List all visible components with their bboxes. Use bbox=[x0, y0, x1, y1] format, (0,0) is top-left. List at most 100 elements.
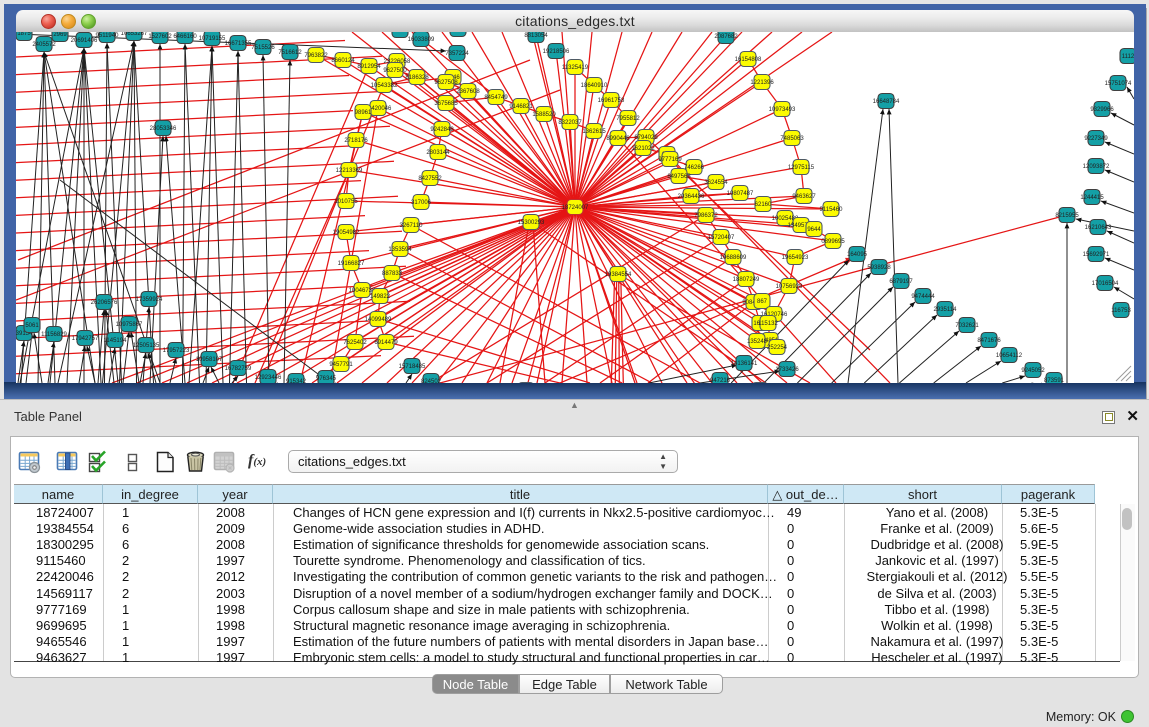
svg-text:5061: 5061 bbox=[25, 323, 39, 329]
svg-text:252254: 252254 bbox=[767, 345, 788, 351]
svg-text:115132: 115132 bbox=[758, 321, 778, 327]
svg-text:6879197: 6879197 bbox=[889, 279, 913, 285]
svg-text:1244415: 1244415 bbox=[1080, 195, 1104, 201]
svg-text:746266: 746266 bbox=[684, 165, 705, 171]
svg-text:12923446: 12923446 bbox=[255, 375, 282, 381]
svg-text:947216: 947216 bbox=[710, 378, 731, 383]
svg-text:2969: 2969 bbox=[53, 32, 67, 38]
svg-text:98961: 98961 bbox=[355, 110, 372, 116]
svg-text:6497568: 6497568 bbox=[667, 174, 691, 180]
svg-text:26206576: 26206576 bbox=[91, 300, 118, 306]
svg-text:8322037: 8322037 bbox=[558, 120, 582, 126]
svg-text:824502: 824502 bbox=[421, 379, 442, 383]
svg-text:164095: 164095 bbox=[847, 252, 868, 258]
svg-text:8186328: 8186328 bbox=[405, 75, 429, 81]
svg-text:3267110: 3267110 bbox=[400, 223, 424, 229]
svg-text:9511940: 9511940 bbox=[96, 33, 120, 39]
svg-text:3675685: 3675685 bbox=[434, 101, 458, 107]
svg-text:10958107: 10958107 bbox=[196, 357, 223, 363]
svg-text:6466160: 6466160 bbox=[173, 34, 197, 40]
svg-text:16033809: 16033809 bbox=[408, 37, 435, 43]
svg-text:10975867: 10975867 bbox=[116, 322, 143, 328]
svg-text:1221396: 1221396 bbox=[750, 80, 774, 86]
svg-text:7032621: 7032621 bbox=[955, 323, 979, 329]
svg-text:1353594: 1353594 bbox=[388, 247, 412, 253]
svg-text:2718176: 2718176 bbox=[344, 138, 368, 144]
svg-text:28053346: 28053346 bbox=[150, 126, 177, 132]
svg-text:915342: 915342 bbox=[286, 379, 307, 383]
svg-text:135248: 135248 bbox=[747, 339, 768, 345]
svg-text:2367608: 2367608 bbox=[456, 89, 480, 95]
svg-text:7485063: 7485063 bbox=[780, 136, 804, 142]
svg-text:16648784: 16648784 bbox=[873, 99, 900, 105]
svg-text:19384554: 19384554 bbox=[605, 272, 632, 278]
svg-text:7357224: 7357224 bbox=[445, 51, 469, 57]
svg-text:9115460: 9115460 bbox=[820, 207, 844, 213]
svg-text:116753: 116753 bbox=[1111, 308, 1131, 314]
svg-text:8427552: 8427552 bbox=[418, 176, 442, 182]
svg-text:317006: 317006 bbox=[411, 200, 432, 206]
svg-text:2935114: 2935114 bbox=[934, 307, 958, 313]
svg-text:12093872: 12093872 bbox=[1083, 164, 1110, 170]
svg-text:20691406: 20691406 bbox=[71, 38, 98, 44]
svg-text:18724007: 18724007 bbox=[562, 205, 589, 211]
svg-text:16210643: 16210643 bbox=[1085, 225, 1112, 231]
svg-text:19166827: 19166827 bbox=[338, 261, 365, 267]
svg-text:9777169: 9777169 bbox=[658, 157, 682, 163]
svg-text:10654112: 10654112 bbox=[996, 353, 1023, 359]
svg-text:7516612: 7516612 bbox=[278, 50, 302, 56]
svg-text:14136141: 14136141 bbox=[731, 361, 758, 367]
svg-text:1733426: 1733426 bbox=[775, 367, 799, 373]
svg-text:1010755: 1010755 bbox=[334, 199, 358, 205]
svg-text:10756928: 10756928 bbox=[776, 284, 803, 290]
svg-text:7625402: 7625402 bbox=[343, 340, 367, 346]
svg-text:8454749: 8454749 bbox=[484, 95, 508, 101]
svg-text:9146821: 9146821 bbox=[509, 104, 533, 110]
svg-text:12213369: 12213369 bbox=[336, 168, 363, 174]
svg-text:9627500: 9627500 bbox=[383, 68, 407, 74]
svg-text:10973493: 10973493 bbox=[769, 107, 796, 113]
svg-text:1362615: 1362615 bbox=[582, 129, 606, 135]
svg-text:1621022: 1621022 bbox=[631, 146, 655, 152]
svg-text:16671355: 16671355 bbox=[225, 41, 252, 47]
svg-text:5814: 5814 bbox=[393, 32, 407, 34]
svg-text:9242848: 9242848 bbox=[430, 127, 454, 133]
svg-text:976345: 976345 bbox=[316, 376, 337, 382]
svg-text:16782759: 16782759 bbox=[225, 366, 252, 372]
svg-text:8912954: 8912954 bbox=[357, 64, 381, 70]
svg-text:10807487: 10807487 bbox=[727, 191, 754, 197]
svg-text:15751074: 15751074 bbox=[1105, 81, 1132, 87]
svg-text:8660124: 8660124 bbox=[331, 58, 355, 64]
svg-text:9644: 9644 bbox=[807, 227, 821, 233]
svg-text:16961758: 16961758 bbox=[598, 98, 625, 104]
svg-text:15720407: 15720407 bbox=[708, 235, 735, 241]
svg-text:10688609: 10688609 bbox=[720, 255, 747, 261]
svg-text:3624554: 3624554 bbox=[704, 180, 728, 186]
svg-text:9245052: 9245052 bbox=[1021, 368, 1045, 374]
svg-text:20364436: 20364436 bbox=[678, 194, 705, 200]
svg-text:17359924: 17359924 bbox=[136, 297, 163, 303]
svg-text:17016504: 17016504 bbox=[1092, 281, 1119, 287]
svg-text:19654923: 19654923 bbox=[782, 255, 809, 261]
svg-text:15718485: 15718485 bbox=[399, 364, 426, 370]
svg-text:17942757: 17942757 bbox=[72, 336, 99, 342]
svg-text:2405572: 2405572 bbox=[32, 42, 56, 48]
svg-text:10543382: 10543382 bbox=[371, 83, 398, 89]
svg-text:19054982: 19054982 bbox=[333, 230, 360, 236]
svg-text:8215955: 8215955 bbox=[1055, 213, 1079, 219]
svg-text:18640910: 18640910 bbox=[581, 83, 608, 89]
svg-text:9474444: 9474444 bbox=[911, 294, 935, 300]
svg-text:5938928: 5938928 bbox=[867, 265, 891, 271]
svg-text:0899695: 0899695 bbox=[821, 239, 845, 245]
svg-text:16154808: 16154808 bbox=[735, 57, 762, 63]
svg-text:1875: 1875 bbox=[17, 32, 31, 37]
svg-text:7955812: 7955812 bbox=[616, 116, 640, 122]
svg-text:14099489: 14099489 bbox=[365, 317, 392, 323]
svg-text:9463627: 9463627 bbox=[792, 194, 816, 200]
svg-text:1527602: 1527602 bbox=[148, 34, 172, 40]
svg-text:9457791: 9457791 bbox=[329, 362, 353, 368]
svg-text:1112: 1112 bbox=[1122, 54, 1134, 60]
svg-text:2803144: 2803144 bbox=[426, 150, 450, 156]
svg-text:7986372: 7986372 bbox=[694, 213, 718, 219]
svg-text:9627508: 9627508 bbox=[434, 80, 458, 86]
